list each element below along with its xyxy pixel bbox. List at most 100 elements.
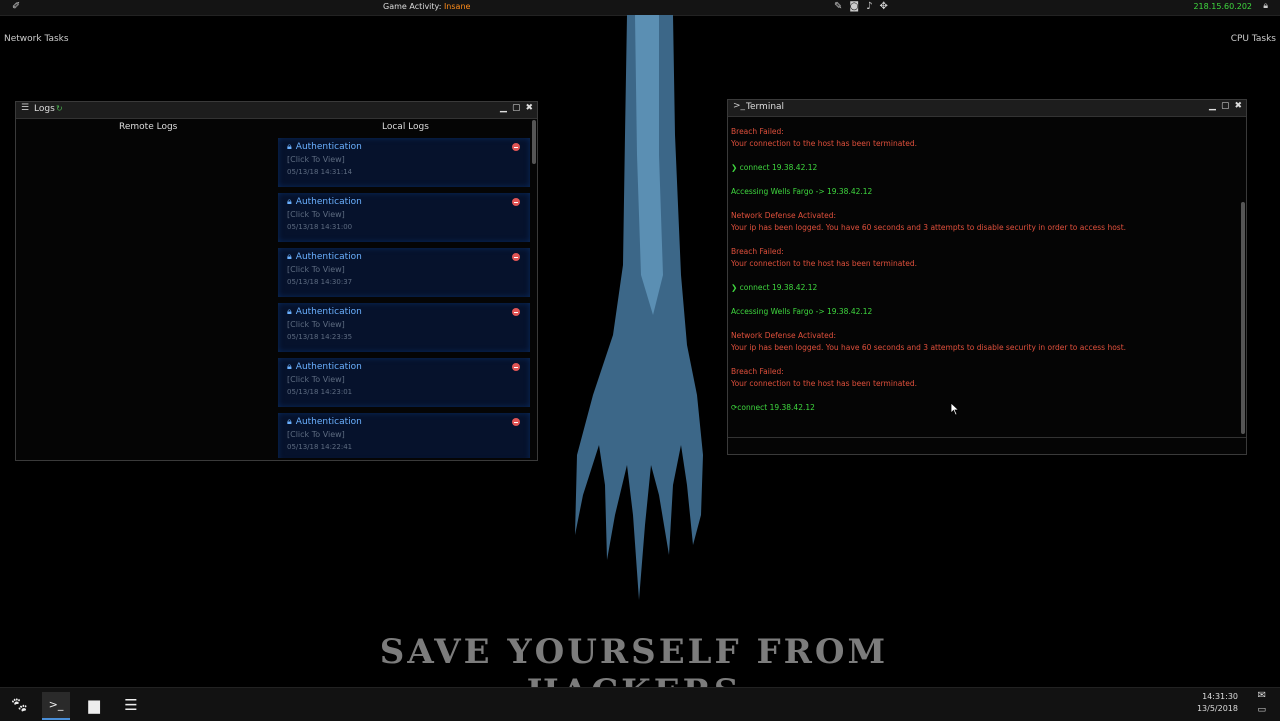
brush-icon[interactable]: ✎ bbox=[834, 1, 842, 12]
logs-scrollbar[interactable] bbox=[532, 120, 536, 164]
list-icon: ☰ bbox=[21, 103, 30, 113]
terminal-line: ❯ connect 19.38.42.12 bbox=[731, 163, 818, 172]
remove-icon[interactable] bbox=[512, 143, 520, 151]
remove-icon[interactable] bbox=[512, 363, 520, 371]
remove-icon[interactable] bbox=[512, 418, 520, 426]
log-title: Authentication bbox=[295, 252, 362, 262]
top-bar: ✐ Game Activity: Insane ✎ ◙ ♪ ✥ 218.15.60.2… bbox=[0, 0, 1280, 16]
remove-icon[interactable] bbox=[512, 253, 520, 261]
terminal-line: Accessing Wells Fargo -> 19.38.42.12 bbox=[731, 187, 873, 196]
terminal-window: >_ Terminal ▁ ▢ ✖ Breach Failed: Your conn… bbox=[727, 99, 1247, 455]
terminal-line: Your ip has been logged. You have 60 sec… bbox=[731, 343, 1127, 352]
log-item[interactable]: 🔒︎ Authentication [Click To View] 05/13/1… bbox=[278, 138, 530, 187]
ip-address: 218.15.60.202 bbox=[1193, 2, 1252, 11]
maximize-button[interactable]: ▢ bbox=[512, 103, 521, 113]
minimize-button[interactable]: ▁ bbox=[500, 103, 507, 113]
log-item[interactable]: 🔒︎ Authentication [Click To View] 05/13/1… bbox=[278, 193, 530, 242]
network-tasks-label[interactable]: Network Tasks bbox=[4, 34, 69, 44]
terminal-icon: >_ bbox=[733, 101, 746, 111]
terminal-line: Breach Failed: bbox=[731, 247, 784, 256]
logs-title: Logs bbox=[34, 104, 55, 114]
battery-icon: ▭ bbox=[1257, 705, 1266, 715]
mouse-cursor-icon bbox=[950, 402, 960, 416]
prompt-chevron-icon: ❯ bbox=[731, 283, 740, 292]
terminal-line: Your ip has been logged. You have 60 sec… bbox=[731, 223, 1127, 232]
refresh-icon[interactable]: ↻ bbox=[56, 104, 63, 113]
terminal-line: Breach Failed: bbox=[731, 127, 784, 136]
lock-icon: 🔒︎ bbox=[287, 197, 292, 207]
log-view-link[interactable]: [Click To View] bbox=[287, 155, 345, 164]
terminal-line: ⟳connect 19.38.42.12 bbox=[731, 403, 815, 412]
clock: 14:31:30 13/5/2018 bbox=[1197, 691, 1238, 715]
log-view-link[interactable]: [Click To View] bbox=[287, 375, 345, 384]
window-controls: ▁ ▢ ✖ bbox=[495, 103, 533, 113]
cpu-tasks-label[interactable]: CPU Tasks bbox=[1231, 34, 1276, 44]
log-date: 05/13/18 14:22:41 bbox=[287, 443, 353, 451]
taskbar: 🐾︎ >_ ▆ ☰ 14:31:30 13/5/2018 ✉ ▭ bbox=[0, 687, 1280, 721]
log-date: 05/13/18 14:23:35 bbox=[287, 333, 353, 341]
clock-time: 14:31:30 bbox=[1202, 692, 1238, 701]
log-date: 05/13/18 14:30:37 bbox=[287, 278, 353, 286]
terminal-title: Terminal bbox=[746, 102, 785, 112]
logs-window: ☰ Logs ↻ ▁ ▢ ✖ Remote Logs Local Logs 🔒︎ Au… bbox=[15, 101, 538, 461]
folder-icon[interactable]: ▆ bbox=[80, 692, 108, 718]
app-logo-icon[interactable]: ✐ bbox=[12, 1, 20, 12]
remove-icon[interactable] bbox=[512, 198, 520, 206]
game-activity-level: Insane bbox=[443, 2, 471, 11]
remove-icon[interactable] bbox=[512, 308, 520, 316]
log-date: 05/13/18 14:31:00 bbox=[287, 223, 353, 231]
log-view-link[interactable]: [Click To View] bbox=[287, 430, 345, 439]
terminal-task-icon[interactable]: >_ bbox=[42, 692, 70, 720]
mail-icon[interactable]: ✉ bbox=[1258, 690, 1266, 701]
log-item[interactable]: 🔒︎ Authentication [Click To View] 05/13/1… bbox=[278, 248, 530, 297]
log-view-link[interactable]: [Click To View] bbox=[287, 265, 345, 274]
wallpaper-arm-image bbox=[575, 15, 703, 600]
log-view-link[interactable]: [Click To View] bbox=[287, 210, 345, 219]
game-activity: Game Activity: Insane bbox=[383, 2, 470, 11]
remote-logs-heading[interactable]: Remote Logs bbox=[119, 122, 177, 132]
top-tools: ✎ ◙ ♪ ✥ bbox=[834, 1, 895, 12]
terminal-titlebar[interactable]: >_ Terminal ▁ ▢ ✖ bbox=[728, 100, 1246, 117]
camera-icon[interactable]: ◙ bbox=[849, 1, 859, 12]
fullscreen-icon[interactable]: ✥ bbox=[879, 1, 887, 12]
lock-icon: 🔒︎ bbox=[287, 307, 292, 317]
maximize-button[interactable]: ▢ bbox=[1221, 101, 1230, 111]
minimize-button[interactable]: ▁ bbox=[1209, 101, 1216, 111]
terminal-line: Network Defense Activated: bbox=[731, 211, 837, 220]
prompt-chevron-icon: ❯ bbox=[731, 163, 740, 172]
log-title: Authentication bbox=[295, 197, 362, 207]
log-title: Authentication bbox=[295, 362, 362, 372]
list-task-icon[interactable]: ☰ bbox=[117, 692, 145, 718]
log-date: 05/13/18 14:23:01 bbox=[287, 388, 353, 396]
local-logs-heading[interactable]: Local Logs bbox=[382, 122, 429, 132]
logs-titlebar[interactable]: ☰ Logs ↻ ▁ ▢ ✖ bbox=[16, 102, 537, 119]
log-date: 05/13/18 14:31:14 bbox=[287, 168, 353, 176]
lock-icon: 🔒︎ bbox=[287, 252, 292, 262]
window-controls: ▁ ▢ ✖ bbox=[1204, 101, 1242, 111]
terminal-line: Network Defense Activated: bbox=[731, 331, 837, 340]
log-item[interactable]: 🔒︎ Authentication [Click To View] 05/13/1… bbox=[278, 303, 530, 352]
log-view-link[interactable]: [Click To View] bbox=[287, 320, 345, 329]
terminal-line: ❯ connect 19.38.42.12 bbox=[731, 283, 818, 292]
terminal-line: Your connection to the host has been ter… bbox=[731, 139, 917, 148]
terminal-output: Breach Failed: Your connection to the ho… bbox=[731, 126, 1231, 414]
close-button[interactable]: ✖ bbox=[525, 103, 533, 113]
clock-date: 13/5/2018 bbox=[1196, 704, 1238, 713]
paw-menu-icon[interactable]: 🐾︎ bbox=[5, 692, 33, 718]
close-button[interactable]: ✖ bbox=[1234, 101, 1242, 111]
log-title: Authentication bbox=[295, 307, 362, 317]
log-item[interactable]: 🔒︎ Authentication [Click To View] 05/13/1… bbox=[278, 358, 530, 407]
lock-icon: 🔒︎ bbox=[287, 142, 292, 152]
terminal-input[interactable] bbox=[728, 437, 1246, 454]
terminal-line: Breach Failed: bbox=[731, 367, 784, 376]
log-title: Authentication bbox=[295, 142, 362, 152]
local-log-list: 🔒︎ Authentication [Click To View] 05/13/1… bbox=[278, 138, 530, 458]
lock-icon: 🔒︎ bbox=[287, 362, 292, 372]
terminal-line: Your connection to the host has been ter… bbox=[731, 379, 917, 388]
log-item[interactable]: 🔒︎ Authentication [Click To View] 05/13/1… bbox=[278, 413, 530, 458]
mute-icon[interactable]: ♪ bbox=[866, 1, 872, 12]
lock-icon[interactable]: 🔒︎ bbox=[1263, 1, 1268, 11]
log-title: Authentication bbox=[295, 417, 362, 427]
game-activity-label: Game Activity: bbox=[383, 2, 442, 11]
terminal-scrollbar[interactable] bbox=[1241, 202, 1245, 434]
